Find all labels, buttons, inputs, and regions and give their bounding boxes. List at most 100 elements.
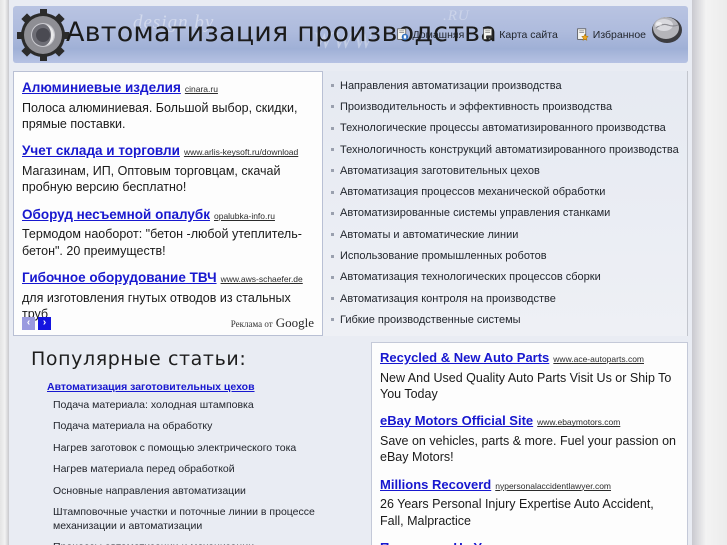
nav-sitemap-label: Карта сайта [499, 28, 558, 41]
ad-title[interactable]: eBay Motors Official Site [380, 413, 533, 428]
site-map-icon [483, 28, 493, 41]
left-ad-block: Алюминиевые изделия cinara.ru Полоса алюм… [13, 71, 323, 336]
bullet-icon [331, 254, 334, 258]
popular-articles-section: Популярные статьи: Автоматизация заготов… [13, 336, 371, 545]
ad-item: Алюминиевые изделия cinara.ru Полоса алюм… [22, 78, 314, 132]
article-list-item[interactable]: Нагрев материала перед обработкой [53, 463, 367, 476]
article-category-link[interactable]: Автоматизация заготовительных цехов [47, 381, 367, 393]
ad-title[interactable]: Алюминиевые изделия [22, 80, 181, 95]
nav-home[interactable]: Домашняя [396, 28, 465, 41]
nav-list-item[interactable]: Технологические процессы автоматизирован… [327, 118, 682, 139]
bullet-icon [331, 169, 334, 173]
page-body: design by WWW .RU Автоматизация производ… [9, 0, 692, 545]
ad-url[interactable]: cinara.ru [185, 84, 218, 94]
nav-list-item-label: Технологические процессы автоматизирован… [340, 122, 666, 135]
ad-description: Магазинам, ИП, Оптовым торговцам, скачай… [22, 164, 281, 195]
nav-list-item[interactable]: Автоматы и автоматические линии [327, 224, 682, 245]
nav-list-item[interactable]: Направления автоматизации производства [327, 75, 682, 96]
category-nav-list: Направления автоматизации производства П… [323, 71, 688, 336]
bullet-icon [331, 105, 334, 109]
popular-articles-heading: Популярные статьи: [31, 348, 247, 370]
article-list-item[interactable]: Основные направления автоматизации [53, 485, 367, 498]
gear-icon [17, 9, 69, 61]
ad-title[interactable]: Оборуд несъемной опалубк [22, 207, 210, 222]
home-page-icon [396, 28, 408, 41]
ad-item: eBay Motors Official Site www.ebaymotors.… [380, 411, 679, 465]
ad-pager: ‹ › [22, 316, 51, 330]
nav-list-item[interactable]: Автоматизация технологических процессов … [327, 267, 682, 288]
bullet-icon [331, 84, 334, 88]
ad-description: Термодом наоборот: "бетон -любой утеплит… [22, 227, 302, 258]
left-page-gutter [0, 0, 9, 545]
article-list-item[interactable]: Подача материала на обработку [53, 420, 367, 433]
ad-item: Recycled & New Auto Parts www.ace-autopar… [380, 348, 679, 402]
ad-title[interactable]: Recycled & New Auto Parts [380, 350, 549, 365]
right-page-gutter [692, 0, 727, 545]
nav-list-item-label: Производительность и эффективность произ… [340, 100, 613, 113]
ad-item: Похудение На Удивлениеhealthy-and-wealth… [380, 538, 679, 545]
ad-url[interactable]: opalubka-info.ru [214, 211, 275, 221]
ad-title[interactable]: Гибочное оборудование ТВЧ [22, 270, 217, 285]
ad-url[interactable]: nypersonalaccidentlawyer.com [495, 481, 611, 491]
right-ad-block: Recycled & New Auto Parts www.ace-autopar… [371, 342, 688, 545]
nav-list-item[interactable]: Производительность и эффективность произ… [327, 96, 682, 117]
nav-list-item-label: Автоматизированные системы управления ст… [340, 207, 611, 220]
nav-list-item[interactable]: Автоматизация заготовительных цехов [327, 160, 682, 181]
ad-title[interactable]: Похудение На Удивление [380, 540, 543, 545]
ad-url[interactable]: www.aws-schaefer.de [221, 274, 303, 284]
ad-url[interactable]: www.ace-autoparts.com [553, 354, 644, 364]
nav-list-item[interactable]: Автоматизация контроля на производстве [327, 288, 682, 309]
bullet-icon [331, 126, 334, 130]
bullet-icon [331, 275, 334, 279]
ad-url[interactable]: www.arlis-keysoft.ru/download [184, 147, 298, 157]
nav-favorites[interactable]: Избранное [576, 28, 646, 41]
nav-list-item-label: Автоматизация контроля на производстве [340, 292, 556, 305]
top-navigation: Домашняя Карта сайта Избранное [396, 28, 646, 41]
nav-list-item[interactable]: Технологичность конструкций автоматизиро… [327, 139, 682, 160]
ad-title[interactable]: Millions Recoverd [380, 477, 491, 492]
bullet-icon [331, 233, 334, 237]
ad-title[interactable]: Учет склада и торговли [22, 143, 180, 158]
nav-list-item-label: Автоматы и автоматические линии [340, 228, 519, 241]
google-brand-label: Google [275, 315, 314, 330]
google-credit-prefix: Реклама от [230, 319, 273, 329]
article-list-item[interactable]: Процессы автоматизации и механизации [53, 541, 367, 545]
google-ads-credit: Реклама от Google [231, 315, 314, 331]
nav-list-item[interactable]: Автоматизация процессов механической обр… [327, 181, 682, 202]
nav-list-item-label: Автоматизация процессов механической обр… [340, 186, 606, 199]
bullet-icon [331, 318, 334, 322]
article-list-item[interactable]: Штамповочные участки и поточные линии в … [53, 506, 367, 533]
ad-item: Учет склада и торговли www.arlis-keysoft.… [22, 141, 314, 195]
nav-list-item-label: Автоматизация заготовительных цехов [340, 164, 540, 177]
nav-list-item-label: Использование промышленных роботов [340, 250, 547, 263]
nav-list-item[interactable]: Гибкие производственные системы [327, 309, 682, 330]
nav-list-item-label: Автоматизация технологических процессов … [340, 271, 601, 284]
article-list-item[interactable]: Подача материала: холодная штамповка [53, 399, 367, 412]
nav-home-label: Домашняя [412, 28, 465, 41]
nav-sitemap[interactable]: Карта сайта [482, 28, 558, 41]
globe-icon [652, 17, 682, 43]
nav-favorites-label: Избранное [592, 28, 646, 41]
ad-block-footer: ‹ › Реклама от Google [22, 315, 314, 331]
ad-url[interactable]: www.ebaymotors.com [537, 417, 620, 427]
bullet-icon [331, 211, 334, 215]
page-root: design by WWW .RU Автоматизация производ… [0, 0, 727, 545]
nav-list-item-label: Технологичность конструкций автоматизиро… [340, 143, 679, 156]
ad-prev-button[interactable]: ‹ [22, 316, 35, 330]
ad-description: Save on vehicles, parts & more. Fuel you… [380, 434, 676, 465]
ad-item: Millions Recoverd nypersonalaccidentlawye… [380, 475, 679, 529]
site-header: design by WWW .RU Автоматизация производ… [13, 6, 688, 63]
ad-next-button[interactable]: › [38, 316, 51, 330]
nav-list-item[interactable]: Использование промышленных роботов [327, 245, 682, 266]
nav-list-item[interactable]: Автоматизированные системы управления ст… [327, 203, 682, 224]
ad-description: New And Used Quality Auto Parts Visit Us… [380, 370, 672, 402]
nav-list-item-label: Направления автоматизации производства [340, 79, 562, 92]
bottom-content-row: Популярные статьи: Автоматизация заготов… [13, 336, 688, 545]
bullet-icon [331, 148, 334, 152]
favorites-star-icon [577, 28, 589, 41]
bullet-icon [331, 297, 334, 301]
nav-list-item-label: Гибкие производственные системы [340, 313, 521, 326]
article-list-item[interactable]: Нагрев заготовок с помощью электрическог… [53, 442, 367, 455]
ad-description: 26 Years Personal Injury Expertise Auto … [380, 497, 654, 528]
ad-description: Полоса алюминиевая. Большой выбор, скидк… [22, 100, 298, 132]
